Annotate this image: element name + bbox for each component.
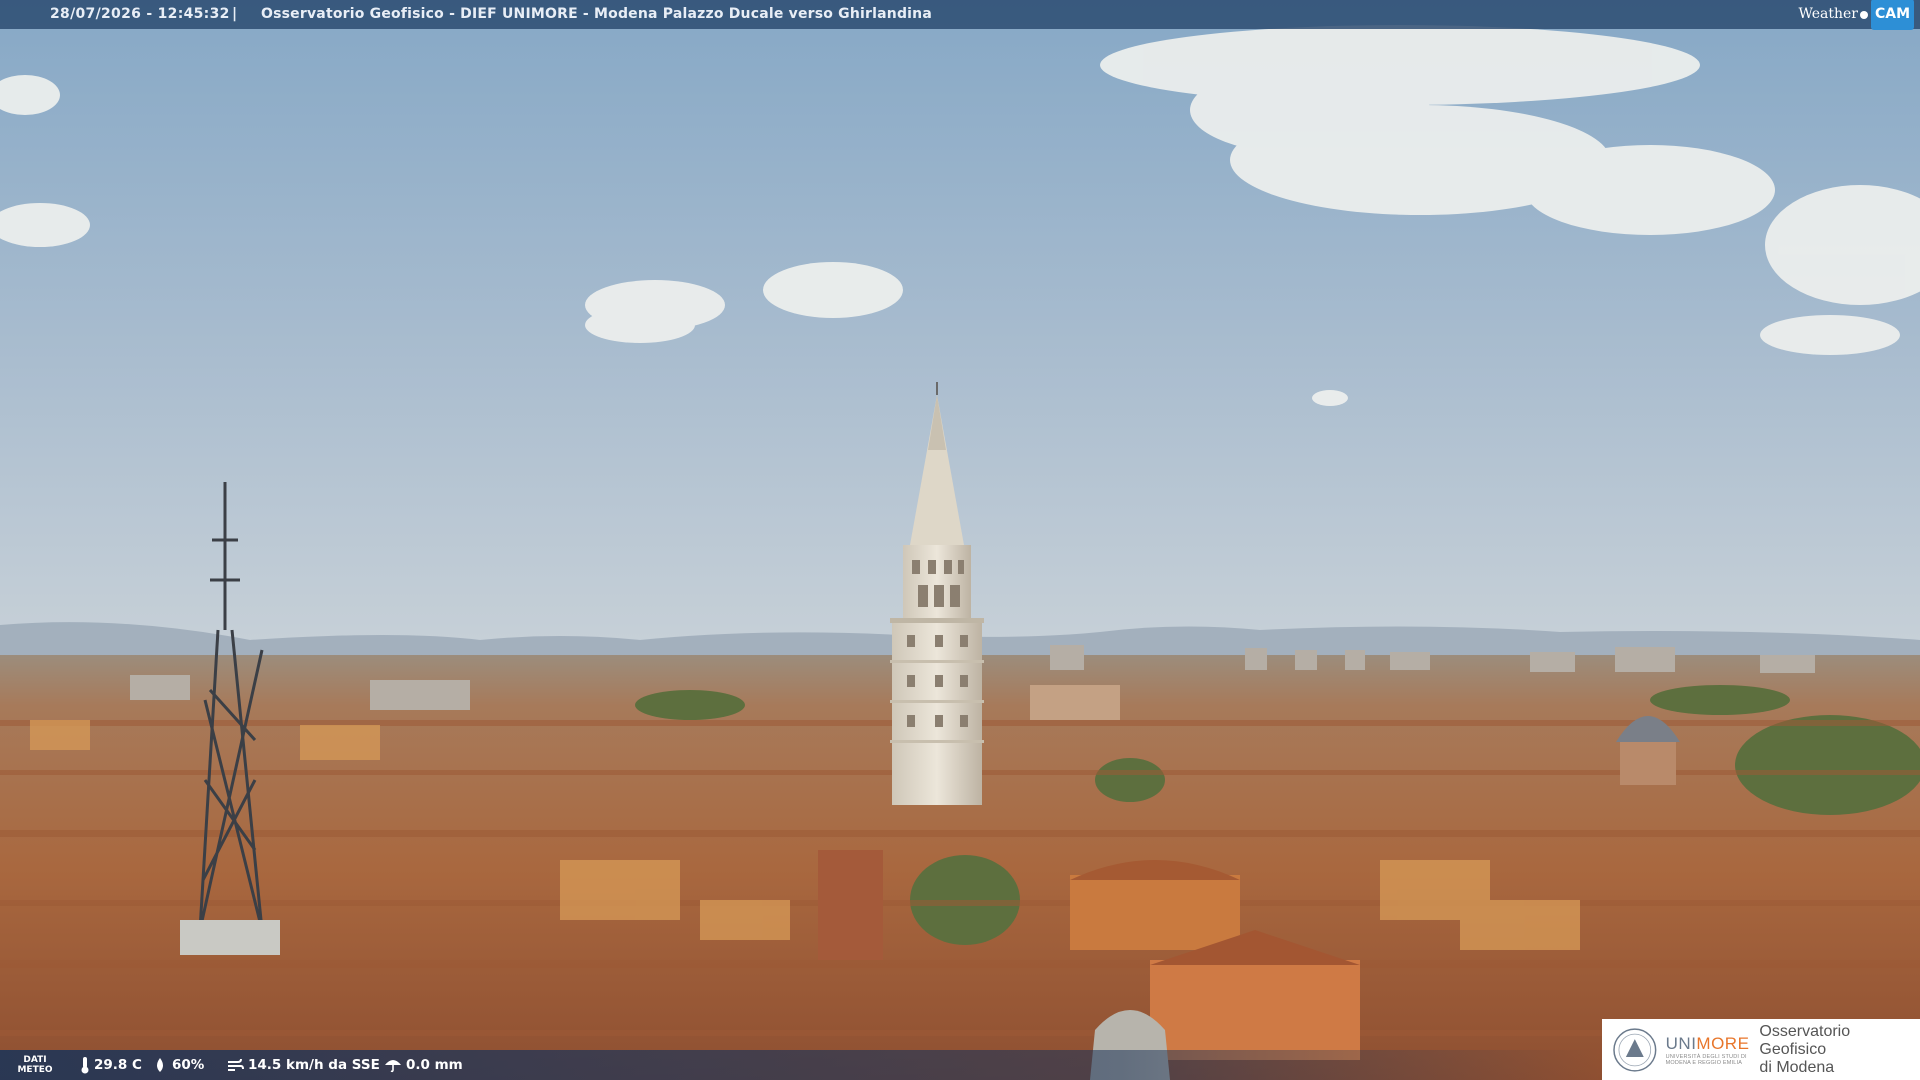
- observatory-name: Osservatorio Geofisico di Modena: [1759, 1023, 1920, 1077]
- wind-value: 14.5 km/h da SSE: [248, 1057, 380, 1073]
- weathercam-logo-weather: Weather: [1798, 6, 1858, 22]
- camera-header-bar: 28/07/2026 - 12:45:32 | Osservatorio Geo…: [0, 0, 1920, 30]
- unimore-name-prefix: UNI: [1665, 1033, 1697, 1053]
- rain-reading: 0.0 mm: [384, 1050, 463, 1080]
- unimore-name-highlight: MORE: [1696, 1033, 1750, 1053]
- observatory-line2: di Modena: [1759, 1058, 1835, 1076]
- unimore-wordmark: UNIMORE UNIVERSITÀ DEGLI STUDI DI MODENA…: [1666, 1034, 1750, 1066]
- meteo-label: DATI METEO: [12, 1055, 58, 1075]
- timestamp: 28/07/2026 - 12:45:32: [50, 6, 230, 22]
- mast-base: [180, 920, 280, 955]
- temperature-value: 29.8 C: [94, 1057, 142, 1073]
- humidity-reading: 60%: [152, 1050, 204, 1080]
- unimore-name: UNIMORE: [1666, 1034, 1750, 1054]
- meteo-label-line2: METEO: [17, 1065, 53, 1075]
- unimore-sub-line2: MODENA E REGGIO EMILIA: [1665, 1059, 1743, 1066]
- wind-reading: 14.5 km/h da SSE: [226, 1050, 380, 1080]
- temperature-reading: 29.8 C: [80, 1050, 142, 1080]
- humidity-value: 60%: [172, 1057, 205, 1073]
- camera-title: Osservatorio Geofisico - DIEF UNIMORE - …: [261, 6, 932, 22]
- meteo-data-bar: DATI METEO 29.8 C 60% 14.5 km/h da SSE 0…: [0, 1050, 1600, 1080]
- meteo-label-line1: DATI: [23, 1055, 47, 1065]
- humidity-drop-icon: [157, 1058, 163, 1072]
- wind-icon: [228, 1058, 244, 1071]
- weathercam-logo: Weather CAM: [1798, 0, 1914, 30]
- university-seal-icon: [1613, 1027, 1657, 1072]
- umbrella-icon: [385, 1060, 401, 1073]
- webcam-view: [0, 0, 1920, 1080]
- header-separator: |: [232, 6, 238, 22]
- thermometer-icon: [81, 1057, 89, 1074]
- weathercam-logo-dot-icon: [1859, 10, 1868, 19]
- rain-value: 0.0 mm: [406, 1057, 463, 1073]
- weathercam-logo-cam: CAM: [1870, 0, 1914, 30]
- observatory-line1: Osservatorio Geofisico: [1759, 1022, 1851, 1058]
- brick-tower: [818, 850, 883, 960]
- unimore-logo: UNIMORE UNIVERSITÀ DEGLI STUDI DI MODENA…: [1602, 1019, 1920, 1080]
